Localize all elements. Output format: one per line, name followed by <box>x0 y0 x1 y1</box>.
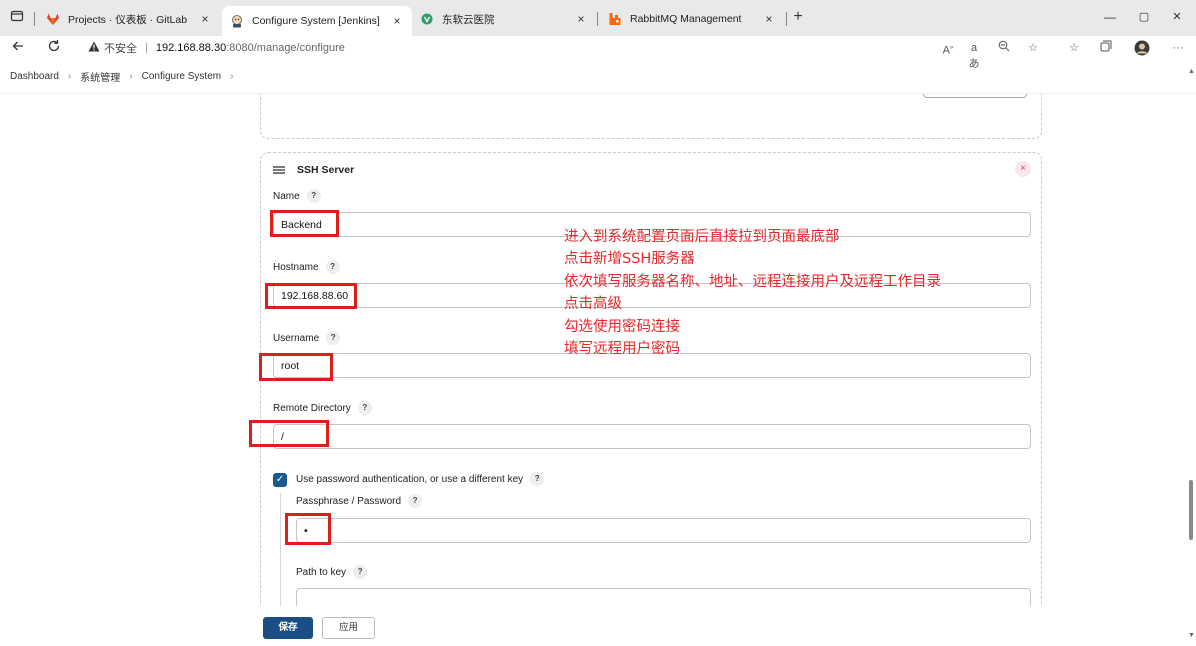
passphrase-label: Passphrase / Password? <box>296 494 423 508</box>
address-bar[interactable]: 不安全 | 192.168.88.30 :8080/manage/configu… <box>76 37 1066 59</box>
help-icon[interactable]: ? <box>530 472 545 486</box>
passphrase-input[interactable]: • <box>296 518 1031 543</box>
new-tab-button[interactable]: + <box>790 9 806 25</box>
url-host: 192.168.88.30 <box>155 42 227 54</box>
tab-actions-icon[interactable] <box>9 9 25 25</box>
help-icon[interactable]: ? <box>408 494 423 508</box>
annotation-line: 勾选使用密码连接 <box>564 318 680 335</box>
close-window-button[interactable]: ✕ <box>1169 9 1185 25</box>
drag-handle-icon[interactable] <box>273 163 285 178</box>
use-password-checkbox[interactable]: ✓ <box>273 473 287 487</box>
tab-separator <box>34 12 35 26</box>
chevron-right-icon: › <box>129 71 133 82</box>
save-button[interactable]: 保存 <box>263 617 313 639</box>
scroll-down-icon[interactable]: ▼ <box>1188 632 1195 639</box>
scrollbar-thumb[interactable] <box>1189 480 1193 540</box>
annotation-line: 依次填写服务器名称、地址、远程连接用户及远程工作目录 <box>564 273 941 290</box>
page-scrollbar[interactable]: ▲ ▼ <box>1186 60 1196 646</box>
minimize-button[interactable]: — <box>1102 9 1118 25</box>
instruction-annotation: 进入到系统配置页面后直接拉到页面最底部 点击新增SSH服务器 依次填写服务器名称… <box>564 226 941 360</box>
highlight-box <box>265 283 357 309</box>
tab-separator <box>597 12 598 26</box>
help-icon[interactable]: ? <box>357 401 372 415</box>
favorite-star-icon[interactable]: ☆ <box>1025 40 1041 56</box>
close-tab-icon[interactable]: × <box>198 12 212 26</box>
apply-button[interactable]: 应用 <box>322 617 375 639</box>
tab-title: Configure System [Jenkins] <box>252 15 380 27</box>
highlight-box <box>259 353 333 381</box>
path-to-key-label: Path to key? <box>296 565 368 579</box>
browser-tab-strip: Projects · 仪表板 · GitLab × Configure Syst… <box>0 0 1196 36</box>
scroll-up-icon[interactable]: ▲ <box>1188 68 1195 75</box>
ssh-server-section: SSH Server × Name? Backend Hostname? 192… <box>260 152 1042 622</box>
use-password-label[interactable]: Use password authentication, or use a di… <box>296 472 545 486</box>
gitlab-icon <box>46 12 60 26</box>
zoom-icon[interactable] <box>996 40 1012 56</box>
hostname-label: Hostname? <box>273 260 340 274</box>
insecure-label: 不安全 <box>104 43 137 55</box>
chevron-right-icon: › <box>67 71 72 82</box>
divider: | <box>145 42 148 54</box>
previous-section-button[interactable] <box>923 94 1027 98</box>
help-icon[interactable]: ? <box>325 260 340 274</box>
help-icon[interactable]: ? <box>353 565 368 579</box>
jenkins-icon <box>230 14 244 28</box>
chevron-right-icon: › <box>230 71 234 82</box>
annotation-line: 点击新增SSH服务器 <box>564 251 695 268</box>
annotation-line: 填写远程用户密码 <box>564 340 680 357</box>
tab-jenkins[interactable]: Configure System [Jenkins] × <box>222 6 412 36</box>
remote-directory-input[interactable]: / <box>273 424 1031 449</box>
breadcrumb-manage[interactable]: 系统管理 <box>80 69 120 84</box>
url-path: :8080/manage/configure <box>226 42 345 54</box>
breadcrumb-dashboard[interactable]: Dashboard <box>10 71 59 82</box>
rabbitmq-icon <box>608 12 622 26</box>
tab-title: Projects · 仪表板 · GitLab <box>68 13 188 26</box>
annotation-line: 点击高级 <box>564 296 622 313</box>
translate-icon[interactable]: aあ <box>966 40 982 70</box>
favorites-icon[interactable]: ☆ <box>1066 40 1082 56</box>
close-tab-icon[interactable]: × <box>390 14 404 28</box>
collections-icon[interactable] <box>1098 40 1114 56</box>
nested-indent-line <box>280 493 281 618</box>
close-tab-icon[interactable]: × <box>762 12 776 26</box>
tab-title: 东软云医院 <box>442 13 495 26</box>
highlight-box <box>270 210 339 237</box>
annotation-line: 进入到系统配置页面后直接拉到页面最底部 <box>564 229 840 245</box>
profile-avatar[interactable] <box>1134 40 1150 56</box>
warning-icon[interactable] <box>88 41 100 55</box>
close-icon[interactable]: × <box>1015 161 1031 177</box>
maximize-button[interactable]: ▢ <box>1136 9 1152 25</box>
highlight-box <box>249 420 329 447</box>
read-aloud-icon[interactable]: A» <box>940 40 956 57</box>
highlight-box <box>285 513 331 545</box>
tab-title: RabbitMQ Management <box>630 13 742 25</box>
close-tab-icon[interactable]: × <box>574 12 588 26</box>
breadcrumb-configure-system[interactable]: Configure System <box>142 71 221 82</box>
breadcrumb: Dashboard › 系统管理 › Configure System › <box>0 60 1196 94</box>
previous-config-section <box>260 94 1042 139</box>
vue-icon <box>420 12 434 26</box>
bottom-action-bar: 保存 应用 <box>0 606 1186 646</box>
remote-directory-label: Remote Directory? <box>273 401 372 415</box>
name-label: Name? <box>273 189 321 203</box>
back-arrow-icon[interactable] <box>9 39 27 57</box>
tab-gitlab[interactable]: Projects · 仪表板 · GitLab × <box>38 5 220 33</box>
tab-rabbitmq[interactable]: RabbitMQ Management × <box>600 5 784 33</box>
section-title: SSH Server <box>297 164 355 176</box>
tab-separator <box>786 12 787 26</box>
browser-toolbar: 不安全 | 192.168.88.30 :8080/manage/configu… <box>0 36 1196 70</box>
help-icon[interactable]: ? <box>326 331 341 345</box>
tab-hospital[interactable]: 东软云医院 × <box>412 5 596 33</box>
username-label: Username? <box>273 331 341 345</box>
more-menu-icon[interactable]: ··· <box>1170 40 1186 56</box>
help-icon[interactable]: ? <box>306 189 321 203</box>
refresh-icon[interactable] <box>45 39 63 57</box>
